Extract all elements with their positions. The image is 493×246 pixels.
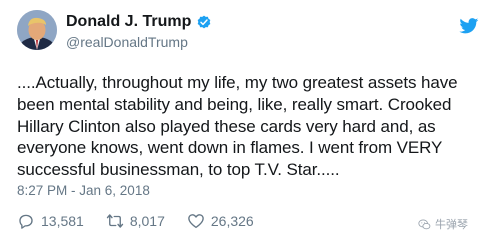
tweet-text: ....Actually, throughout my life, my two… — [17, 72, 487, 181]
profile-photo — [17, 10, 57, 50]
reply-count: 13,581 — [41, 213, 84, 229]
retweet-icon — [106, 214, 124, 228]
wechat-icon — [418, 218, 431, 229]
user-handle[interactable]: @realDonaldTrump — [66, 34, 188, 50]
tweet-text-line: successful businessman, to top T.V. Star… — [17, 160, 340, 180]
tweet-text-line: been mental stability and being, like, r… — [17, 94, 452, 114]
display-name[interactable]: Donald J. Trump — [66, 13, 191, 31]
retweet-count: 8,017 — [129, 213, 165, 229]
watermark: 牛弹琴 — [418, 216, 468, 232]
tweet-text-line: everyone knows, went down in flames. I w… — [17, 138, 443, 158]
avatar[interactable] — [17, 10, 57, 50]
retweet-button[interactable]: 8,017 — [106, 212, 165, 230]
tweet-text-line: ....Actually, throughout my life, my two… — [17, 73, 458, 92]
tweet-card: Donald J. Trump @realDonaldTrump ....Act… — [0, 0, 493, 246]
name-row: Donald J. Trump — [66, 12, 212, 32]
reply-button[interactable]: 13,581 — [17, 212, 84, 230]
tweet-timestamp[interactable]: 8:27 PM - Jan 6, 2018 — [17, 183, 150, 198]
like-count: 26,326 — [210, 213, 254, 229]
tweet-text-line: Hillary Clinton also played these cards … — [17, 116, 436, 136]
watermark-text: 牛弹琴 — [435, 219, 468, 231]
twitter-bird-icon[interactable] — [459, 18, 479, 34]
like-button[interactable]: 26,326 — [187, 212, 254, 230]
tweet-actions: 13,581 8,017 26,326 — [17, 211, 276, 231]
verified-badge-icon — [196, 14, 212, 30]
heart-icon — [188, 214, 204, 229]
reply-icon — [19, 214, 33, 229]
